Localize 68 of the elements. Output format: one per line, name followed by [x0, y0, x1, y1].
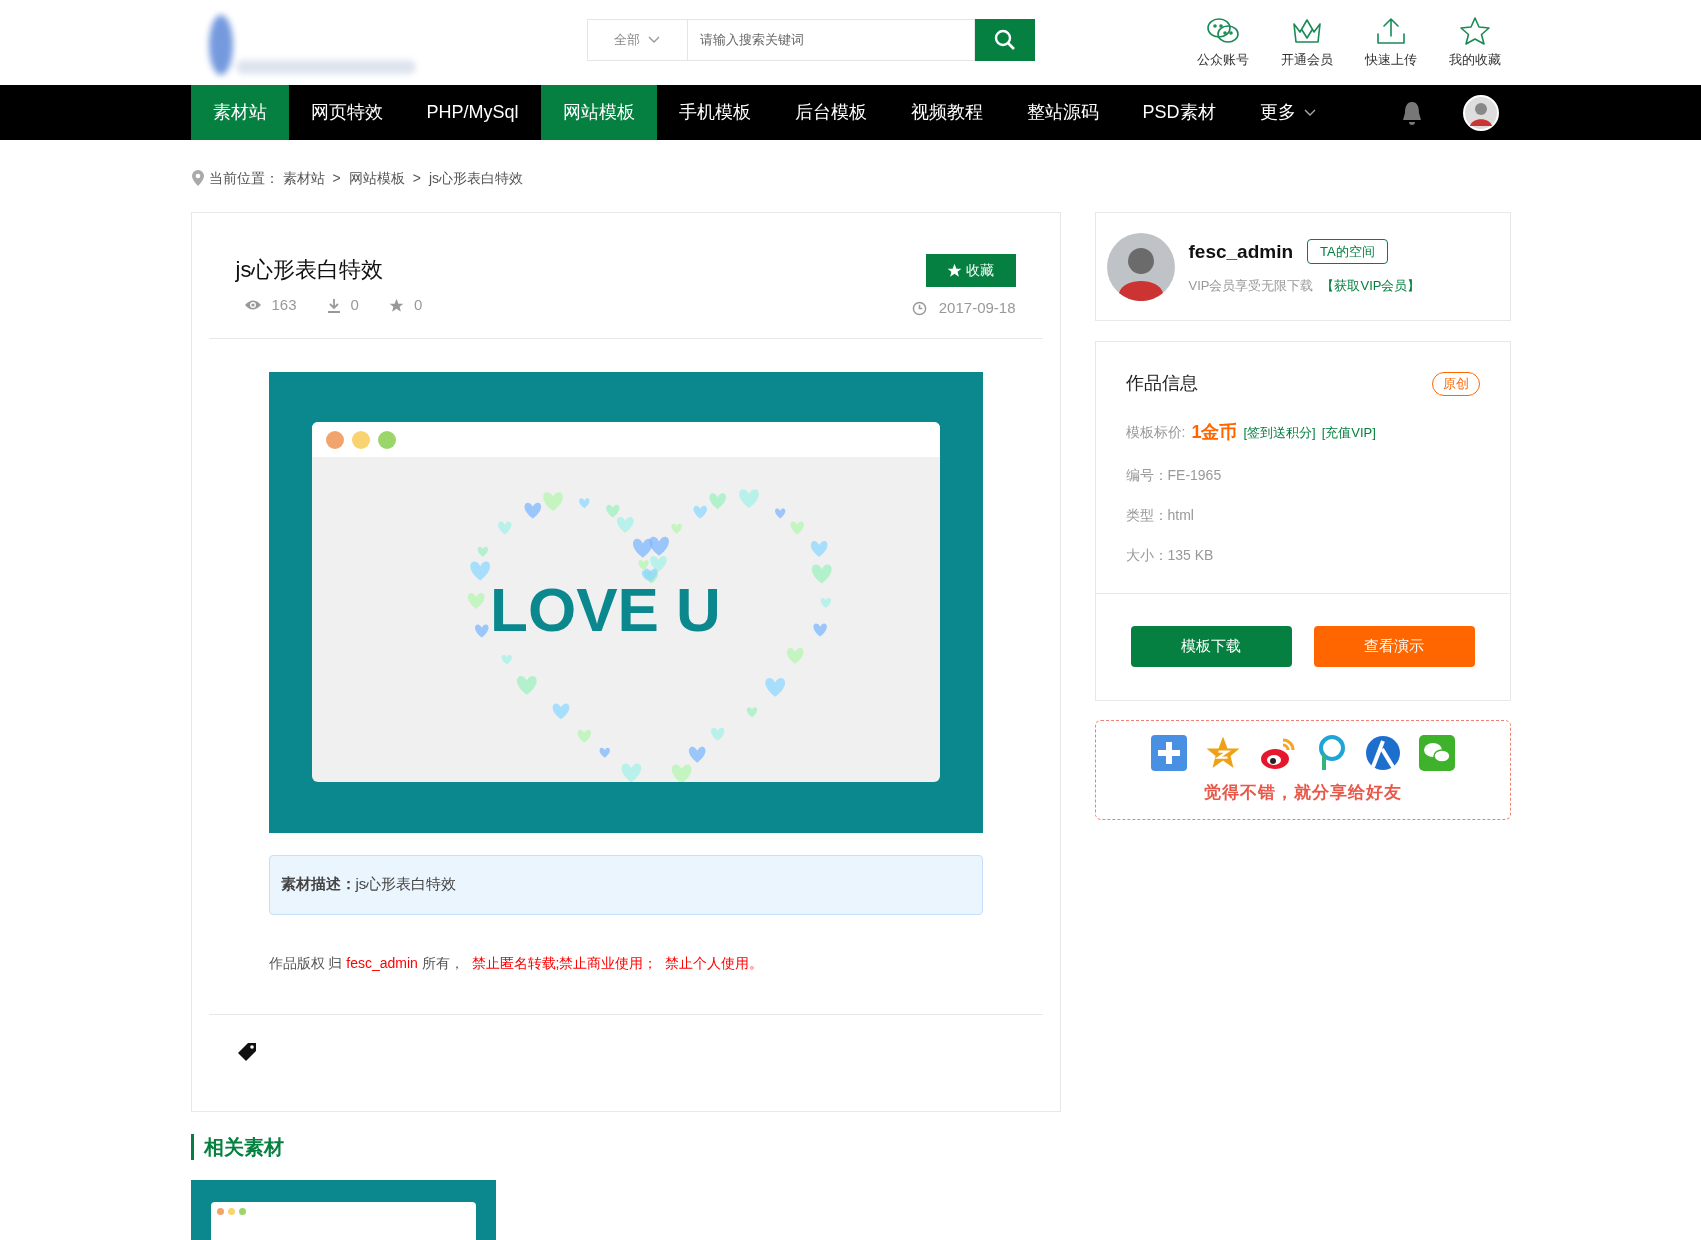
description-label: 素材描述：	[280, 874, 356, 895]
chevron-down-icon	[1303, 108, 1316, 117]
breadcrumb-link[interactable]: js心形表白特效	[428, 167, 523, 189]
breadcrumb-separator: >	[332, 168, 341, 188]
publish-date: 2017-09-18	[938, 298, 1016, 318]
avatar-icon[interactable]	[1462, 94, 1499, 131]
download-button[interactable]: 模板下载	[1130, 626, 1292, 667]
nav-tab[interactable]: PSD素材	[1120, 85, 1238, 140]
field-value: FE-1965	[1167, 466, 1222, 485]
price-link[interactable]: [充值VIP]	[1321, 422, 1376, 443]
description-text: js心形表白特效	[355, 874, 457, 895]
person-icon[interactable]	[1364, 735, 1401, 772]
author-name: fesc_admin	[1188, 239, 1294, 264]
star-icon	[947, 263, 962, 278]
nav-tab[interactable]: 素材站	[190, 85, 289, 140]
location-pin-icon	[190, 169, 205, 187]
field-label: 类型：	[1125, 506, 1168, 525]
nav-tab[interactable]: 视频教程	[888, 85, 1005, 140]
nav-tab[interactable]: PHP/MySql	[404, 85, 541, 140]
star-icon	[388, 297, 404, 313]
nav-tab[interactable]: 后台模板	[772, 85, 889, 140]
price-value: 1金币	[1191, 421, 1238, 444]
related-thumbnail[interactable]	[190, 1180, 496, 1240]
bell-icon[interactable]	[1400, 99, 1423, 126]
quick-link[interactable]: 快速上传	[1364, 15, 1417, 70]
search-scope-dropdown[interactable]: 全部	[586, 18, 687, 61]
favorite-button[interactable]: 收藏	[925, 254, 1016, 287]
clock-icon	[911, 300, 927, 316]
eye-icon	[243, 299, 262, 312]
nav-tab[interactable]: 整站源码	[1004, 85, 1121, 140]
nav-tab[interactable]: 网页特效	[288, 85, 405, 140]
vip-note: VIP会员享受无限下载	[1188, 277, 1314, 295]
quick-link[interactable]: 公众账号	[1196, 15, 1249, 70]
field-value: html	[1167, 506, 1194, 525]
stat-count: 0	[413, 295, 423, 315]
chat-bubbles-icon[interactable]	[1418, 735, 1455, 772]
stat-count: 0	[350, 295, 359, 315]
breadcrumb-link[interactable]: 素材站	[282, 167, 325, 189]
stat-count: 163	[271, 295, 297, 315]
share-slogan: 觉得不错，就分享给好友	[1203, 782, 1402, 805]
vip-link[interactable]: 【获取VIP会员】	[1321, 276, 1421, 296]
price-link[interactable]: [签到送积分]	[1243, 422, 1316, 443]
breadcrumb-separator: >	[412, 168, 421, 188]
search-icon	[993, 28, 1016, 51]
related-heading: 相关素材	[190, 1134, 284, 1160]
chat-bubbles-icon	[1205, 15, 1240, 46]
breadcrumb-link[interactable]: 网站模板	[348, 167, 405, 189]
quick-link[interactable]: 开通会员	[1280, 15, 1333, 70]
field-label: 编号：	[1125, 466, 1168, 485]
nav-tab[interactable]: 网站模板	[540, 85, 657, 140]
info-title: 作品信息	[1125, 372, 1198, 395]
author-space-button[interactable]: TA的空间	[1307, 239, 1388, 265]
star-icon	[1457, 15, 1492, 46]
copyright-notice: 作品版权 归 fesc_admin 所有， 禁止匿名转载;禁止商业使用； 禁止个人使用。	[268, 953, 765, 973]
search-field[interactable]: 请输入搜索关键词	[686, 18, 975, 61]
field-value: 135 KB	[1167, 546, 1214, 565]
article-title: js心形表白特效	[235, 256, 385, 284]
price-label: 模板标价:	[1125, 423, 1186, 442]
search-button[interactable]	[974, 18, 1035, 61]
breadcrumb-label: 当前位置：	[208, 168, 279, 188]
chevron-down-icon	[648, 35, 660, 44]
field-label: 大小：	[1125, 546, 1168, 565]
plus-icon[interactable]	[1150, 735, 1187, 772]
love-text: LOVE U	[490, 574, 721, 646]
download-icon	[326, 297, 341, 313]
nav-tab[interactable]: 手机模板	[656, 85, 773, 140]
more-menu[interactable]: 更多	[1237, 85, 1338, 140]
quick-link[interactable]: 我的收藏	[1448, 15, 1501, 70]
